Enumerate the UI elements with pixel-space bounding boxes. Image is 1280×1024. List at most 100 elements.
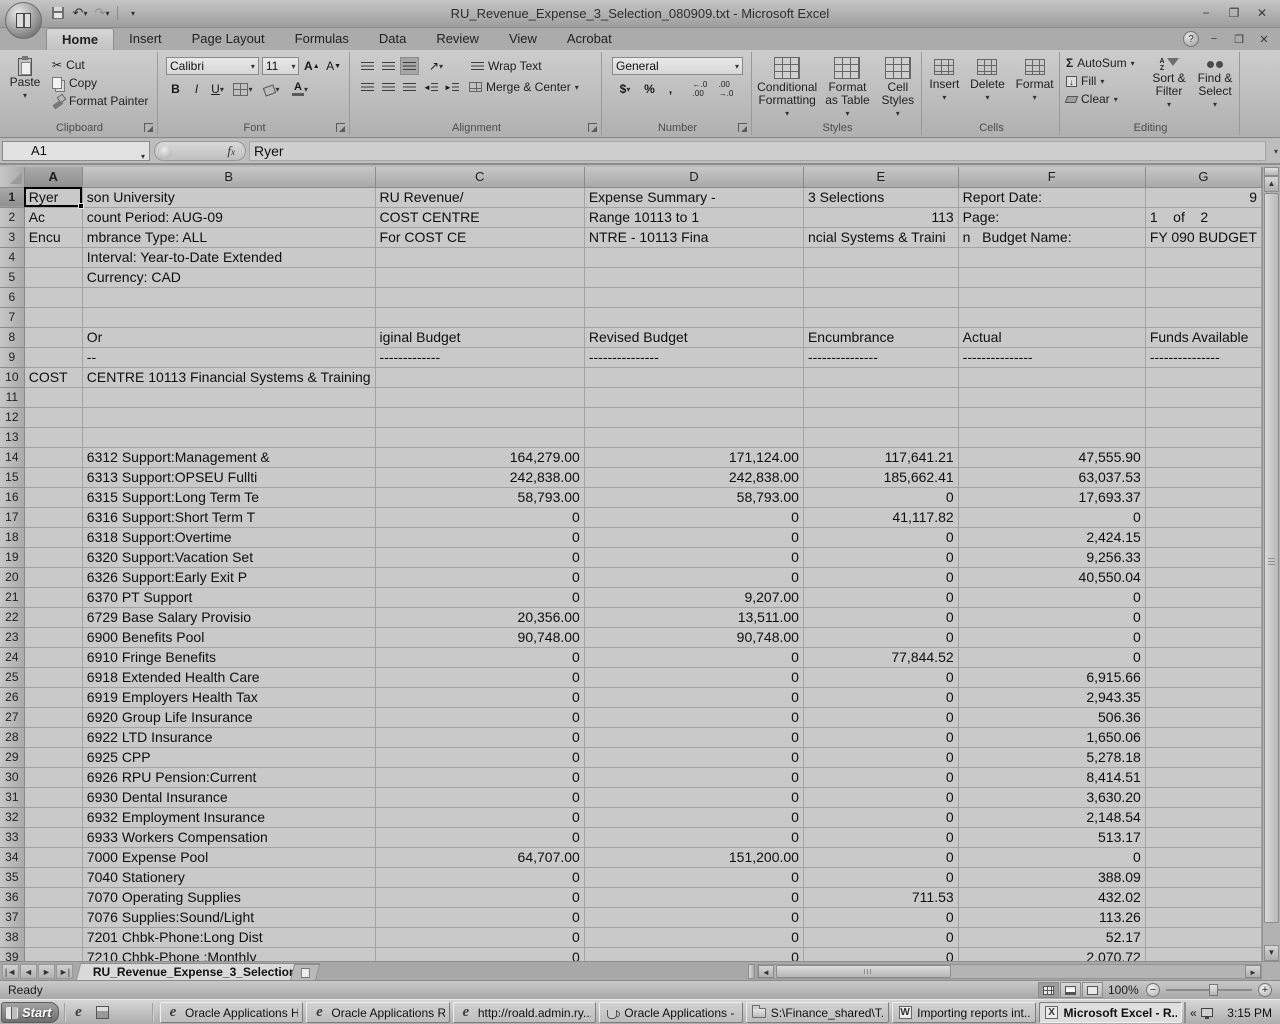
find-select-button[interactable]: Find & Select▾ <box>1192 55 1238 111</box>
cell-G38[interactable] <box>1145 927 1261 947</box>
cell-F14[interactable]: 47,555.90 <box>958 447 1145 467</box>
cell-G11[interactable] <box>1145 387 1261 407</box>
cell-C14[interactable]: 164,279.00 <box>375 447 584 467</box>
cell-A28[interactable] <box>24 727 82 747</box>
cell-F11[interactable] <box>958 387 1145 407</box>
cell-F13[interactable] <box>958 427 1145 447</box>
vertical-scrollbar[interactable]: ▲ ▼ <box>1262 167 1280 961</box>
cell-E19[interactable]: 0 <box>803 547 958 567</box>
zoom-in-button[interactable]: + <box>1258 983 1272 997</box>
clear-button[interactable]: Clear▾ <box>1062 91 1146 107</box>
cell-F15[interactable]: 63,037.53 <box>958 467 1145 487</box>
cell-D8[interactable]: Revised Budget <box>584 327 803 347</box>
cell-C2[interactable]: COST CENTRE <box>375 207 584 227</box>
cell-F35[interactable]: 388.09 <box>958 867 1145 887</box>
cell-A25[interactable] <box>24 667 82 687</box>
cell-E38[interactable]: 0 <box>803 927 958 947</box>
cell-A19[interactable] <box>24 547 82 567</box>
format-cells-button[interactable]: Format▾ <box>1016 56 1054 104</box>
cell-A12[interactable] <box>24 407 82 427</box>
cell-F1[interactable]: Report Date: <box>958 187 1145 207</box>
previous-sheet-button[interactable]: ◄ <box>20 964 37 979</box>
cell-G16[interactable] <box>1145 487 1261 507</box>
cell-E21[interactable]: 0 <box>803 587 958 607</box>
clipboard-dialog-launcher[interactable] <box>144 123 153 132</box>
cell-C17[interactable]: 0 <box>375 507 584 527</box>
cell-C35[interactable]: 0 <box>375 867 584 887</box>
cell-C37[interactable]: 0 <box>375 907 584 927</box>
normal-view-button[interactable] <box>1038 982 1059 998</box>
scroll-left-button[interactable]: ◄ <box>758 965 774 978</box>
cell-E25[interactable]: 0 <box>803 667 958 687</box>
cell-B12[interactable] <box>82 407 375 427</box>
cell-B18[interactable]: 6318 Support:Overtime <box>82 527 375 547</box>
cell-D16[interactable]: 58,793.00 <box>584 487 803 507</box>
page-layout-view-button[interactable] <box>1060 982 1081 998</box>
cell-F4[interactable] <box>958 247 1145 267</box>
cell-G10[interactable] <box>1145 367 1261 387</box>
decrease-indent-button[interactable]: ◄ <box>421 78 440 96</box>
number-format-combo[interactable]: General▾ <box>612 57 743 75</box>
row-header-16[interactable]: 16 <box>0 487 24 507</box>
cell-G4[interactable] <box>1145 247 1261 267</box>
cell-A4[interactable] <box>24 247 82 267</box>
cell-A15[interactable] <box>24 467 82 487</box>
cell-G5[interactable] <box>1145 267 1261 287</box>
cell-F29[interactable]: 5,278.18 <box>958 747 1145 767</box>
tab-acrobat[interactable]: Acrobat <box>552 28 627 50</box>
cell-F2[interactable]: Page: <box>958 207 1145 227</box>
workbook-close-button[interactable]: ✕ <box>1254 32 1274 46</box>
cell-C9[interactable]: ------------- <box>375 347 584 367</box>
cell-D14[interactable]: 171,124.00 <box>584 447 803 467</box>
cell-E17[interactable]: 41,117.82 <box>803 507 958 527</box>
scroll-right-button[interactable]: ► <box>1245 965 1261 978</box>
cell-C29[interactable]: 0 <box>375 747 584 767</box>
cell-G24[interactable] <box>1145 647 1261 667</box>
cell-G14[interactable] <box>1145 447 1261 467</box>
row-header-5[interactable]: 5 <box>0 267 24 287</box>
cell-C13[interactable] <box>375 427 584 447</box>
decrease-decimal-button[interactable]: .00→.0 <box>714 80 738 98</box>
select-all-corner[interactable] <box>0 167 24 187</box>
horizontal-scrollbar[interactable]: ◄ ► <box>757 964 1262 979</box>
cell-F26[interactable]: 2,943.35 <box>958 687 1145 707</box>
cell-A20[interactable] <box>24 567 82 587</box>
cell-G12[interactable] <box>1145 407 1261 427</box>
cell-E20[interactable]: 0 <box>803 567 958 587</box>
sheet-tab-active[interactable]: RU_Revenue_Expense_3_Selection_ <box>76 963 321 981</box>
cell-B29[interactable]: 6925 CPP <box>82 747 375 767</box>
cell-F9[interactable]: --------------- <box>958 347 1145 367</box>
cell-C27[interactable]: 0 <box>375 707 584 727</box>
cell-G2[interactable]: 1 of 2 <box>1145 207 1261 227</box>
cell-D29[interactable]: 0 <box>584 747 803 767</box>
cell-D24[interactable]: 0 <box>584 647 803 667</box>
cell-A3[interactable]: Encu <box>24 227 82 247</box>
cell-B26[interactable]: 6919 Employers Health Tax <box>82 687 375 707</box>
row-header-23[interactable]: 23 <box>0 627 24 647</box>
sort-filter-button[interactable]: AZ Sort & Filter▾ <box>1146 55 1192 111</box>
cell-D10[interactable] <box>584 367 803 387</box>
cell-D4[interactable] <box>584 247 803 267</box>
cell-E32[interactable]: 0 <box>803 807 958 827</box>
insert-worksheet-button[interactable] <box>290 964 320 981</box>
cell-D31[interactable]: 0 <box>584 787 803 807</box>
copy-button[interactable]: Copy <box>48 75 152 91</box>
cell-A2[interactable]: Ac <box>24 207 82 227</box>
cell-D34[interactable]: 151,200.00 <box>584 847 803 867</box>
cell-B6[interactable] <box>82 287 375 307</box>
cell-E36[interactable]: 711.53 <box>803 887 958 907</box>
shrink-font-button[interactable]: A▼ <box>324 57 343 75</box>
cell-B7[interactable] <box>82 307 375 327</box>
cell-G35[interactable] <box>1145 867 1261 887</box>
cell-D9[interactable]: --------------- <box>584 347 803 367</box>
cell-A11[interactable] <box>24 387 82 407</box>
cell-A27[interactable] <box>24 707 82 727</box>
row-header-8[interactable]: 8 <box>0 327 24 347</box>
cut-button[interactable]: ✂Cut <box>48 57 152 73</box>
cell-F28[interactable]: 1,650.06 <box>958 727 1145 747</box>
row-header-1[interactable]: 1 <box>0 187 24 207</box>
cell-C33[interactable]: 0 <box>375 827 584 847</box>
cell-E12[interactable] <box>803 407 958 427</box>
cell-F21[interactable]: 0 <box>958 587 1145 607</box>
paste-button[interactable]: Paste▾ <box>2 55 48 109</box>
